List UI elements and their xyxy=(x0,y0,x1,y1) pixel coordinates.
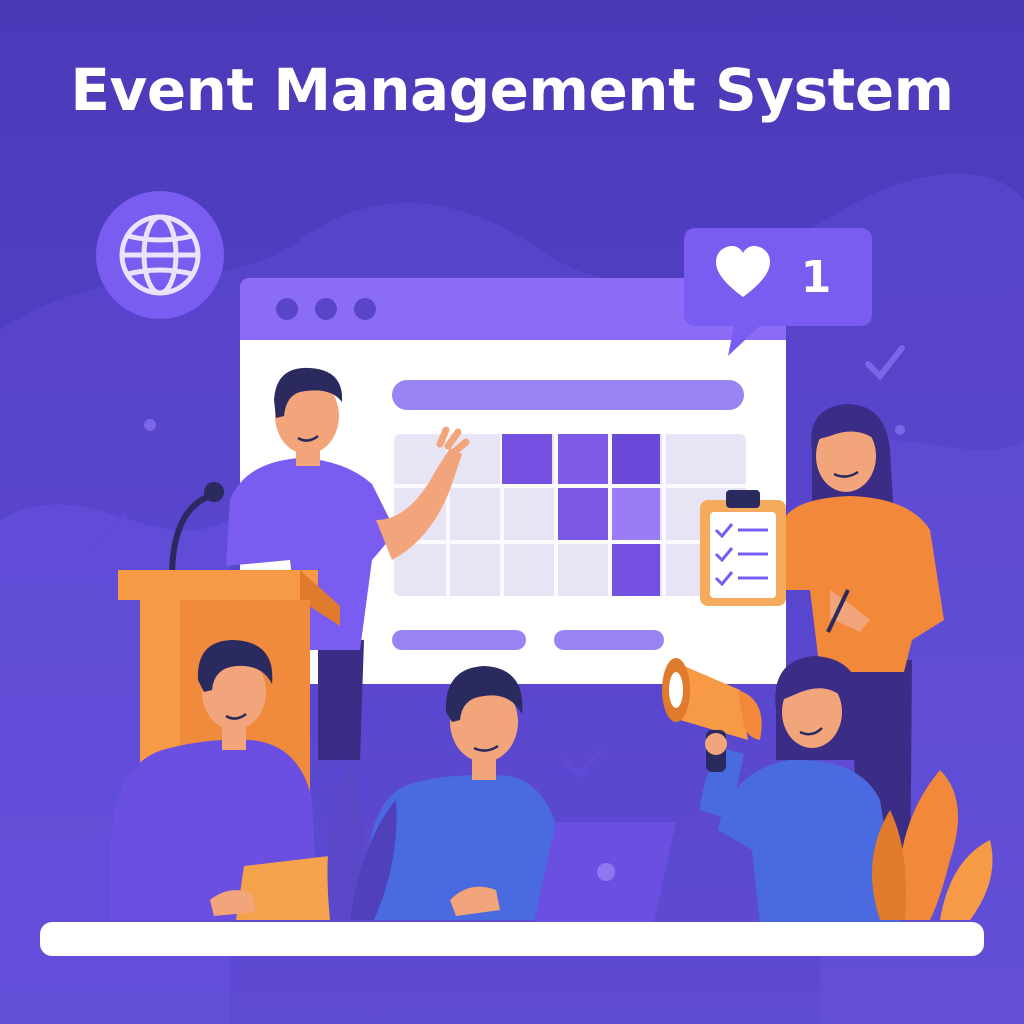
page-title: Event Management System xyxy=(70,56,954,124)
illustration-scene: Event Management System 1 xyxy=(0,0,1024,1024)
illustration-art xyxy=(0,173,1024,1024)
globe-icon xyxy=(96,191,224,319)
desk xyxy=(40,922,984,956)
clipboard-icon xyxy=(700,490,786,606)
laptop-icon xyxy=(534,822,676,922)
notification-count: 1 xyxy=(800,252,832,303)
